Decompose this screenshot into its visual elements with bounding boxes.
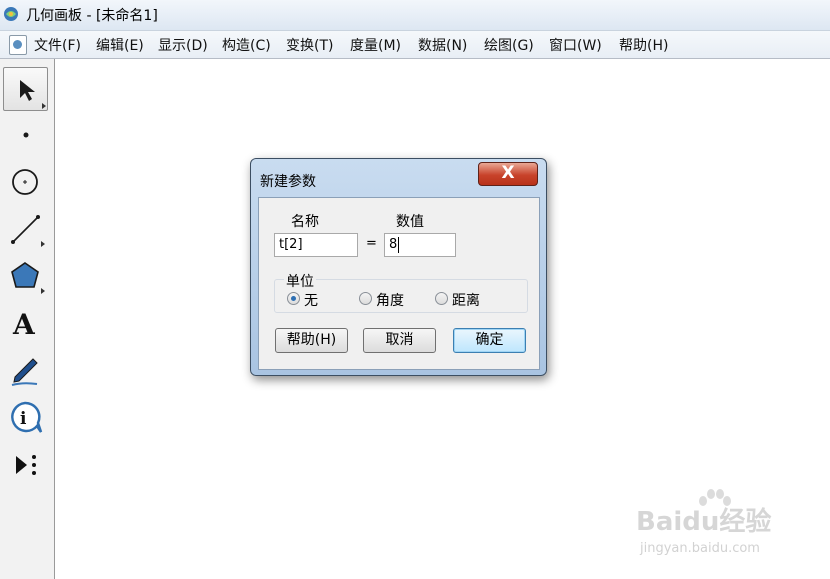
menu-transform[interactable]: 变换(T) bbox=[286, 35, 333, 55]
marker-pen-icon bbox=[11, 358, 38, 386]
polygon-icon bbox=[11, 262, 45, 294]
menu-data[interactable]: 数据(N) bbox=[418, 35, 467, 55]
menu-bar: 文件(F) 编辑(E) 显示(D) 构造(C) 变换(T) 度量(M) 数据(N… bbox=[0, 31, 830, 59]
close-button[interactable]: X bbox=[478, 162, 538, 186]
radio-selected-icon bbox=[287, 292, 300, 305]
text-tool[interactable]: A bbox=[3, 302, 48, 346]
svg-text:i: i bbox=[20, 409, 27, 429]
cancel-button[interactable]: 取消 bbox=[363, 328, 436, 353]
menu-graph[interactable]: 绘图(G) bbox=[484, 35, 534, 55]
watermark-brand: Baidu经验 bbox=[636, 507, 772, 537]
unit-label: 单位 bbox=[284, 271, 316, 291]
information-tool[interactable]: i bbox=[3, 396, 48, 440]
select-arrow-icon bbox=[20, 80, 46, 109]
menu-file[interactable]: 文件(F) bbox=[34, 35, 81, 55]
text-icon: A bbox=[12, 308, 36, 341]
ok-button[interactable]: 确定 bbox=[453, 328, 526, 353]
dialog-title: 新建参数 bbox=[260, 174, 316, 190]
straightedge-line-icon bbox=[11, 215, 45, 247]
equals-sign: = bbox=[366, 236, 377, 251]
polygon-tool[interactable] bbox=[3, 253, 48, 297]
close-icon: X bbox=[501, 163, 515, 183]
straightedge-tool[interactable] bbox=[3, 206, 48, 250]
new-parameter-dialog: 新建参数 X 名称 数值 t[2] = 8 单位 无 角度 距离 帮助(H) 取… bbox=[250, 158, 547, 376]
document-icon[interactable] bbox=[9, 35, 27, 55]
custom-tool[interactable] bbox=[3, 443, 48, 487]
text-caret bbox=[398, 236, 400, 253]
radio-unselected-icon bbox=[359, 292, 372, 305]
information-icon: i bbox=[11, 401, 43, 433]
watermark-url: jingyan.baidu.com bbox=[640, 541, 760, 556]
compass-tool[interactable] bbox=[3, 159, 48, 203]
value-field[interactable]: 8 bbox=[384, 233, 456, 257]
menu-edit[interactable]: 编辑(E) bbox=[96, 35, 144, 55]
compass-circle-icon bbox=[12, 169, 38, 195]
select-arrow-tool[interactable] bbox=[3, 67, 48, 111]
radio-unselected-icon bbox=[435, 292, 448, 305]
marker-tool[interactable] bbox=[3, 349, 48, 393]
value-label: 数值 bbox=[396, 214, 424, 230]
menu-help[interactable]: 帮助(H) bbox=[619, 35, 668, 55]
point-icon bbox=[23, 132, 29, 138]
window-titlebar: 几何画板 - [未命名1] bbox=[0, 0, 830, 31]
dialog-body: 名称 数值 t[2] = 8 单位 无 角度 距离 帮助(H) 取消 确定 bbox=[258, 197, 540, 370]
point-tool[interactable] bbox=[3, 113, 48, 157]
menu-window[interactable]: 窗口(W) bbox=[549, 35, 602, 55]
geometers-sketchpad-app-icon bbox=[4, 7, 18, 21]
menu-display[interactable]: 显示(D) bbox=[158, 35, 208, 55]
help-button[interactable]: 帮助(H) bbox=[275, 328, 348, 353]
window-title: 几何画板 - [未命名1] bbox=[26, 8, 158, 24]
custom-tool-icon bbox=[16, 455, 36, 475]
toolbox: A i bbox=[0, 59, 55, 579]
name-label: 名称 bbox=[291, 214, 319, 230]
menu-construct[interactable]: 构造(C) bbox=[222, 35, 271, 55]
baidu-jingyan-watermark: Baidu经验 jingyan.baidu.com bbox=[636, 489, 786, 565]
name-field[interactable]: t[2] bbox=[274, 233, 358, 257]
svg-text:A: A bbox=[12, 308, 36, 341]
menu-measure[interactable]: 度量(M) bbox=[350, 35, 401, 55]
